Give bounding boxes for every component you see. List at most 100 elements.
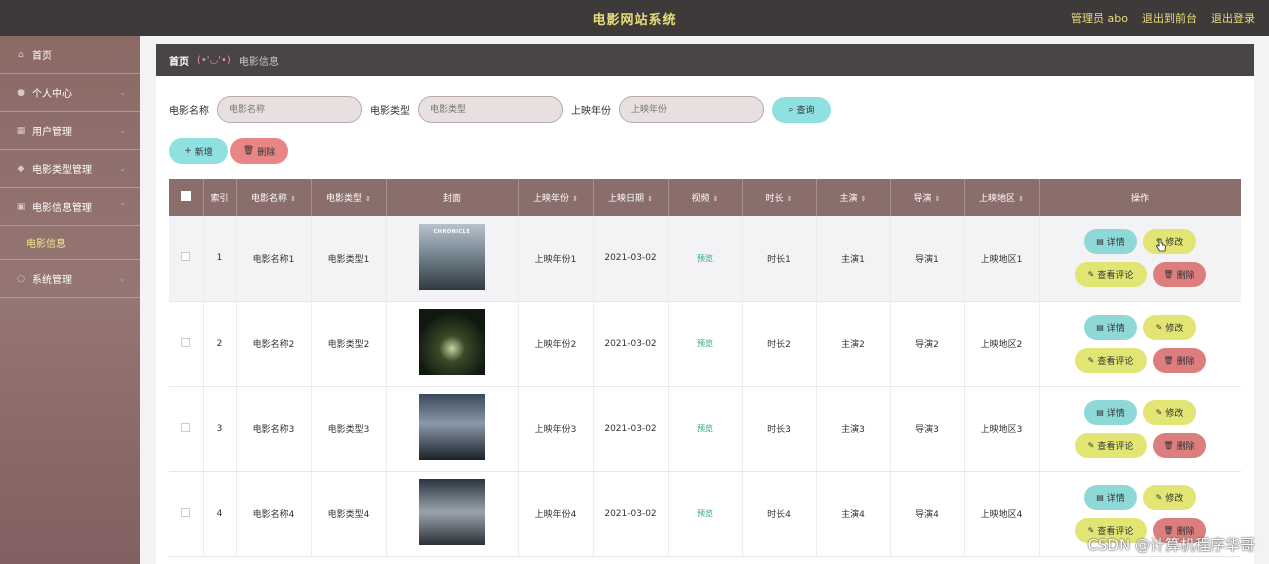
breadcrumb-home[interactable]: 首页 [169, 53, 189, 68]
sort-icon[interactable]: ⇕ [713, 195, 719, 203]
row-checkbox[interactable] [181, 507, 191, 517]
user-icon: ● [17, 87, 25, 98]
release-year-input[interactable] [619, 96, 764, 123]
sort-icon[interactable]: ⇕ [787, 195, 793, 203]
edit-button[interactable]: ✎修改 [1143, 314, 1196, 340]
sort-icon[interactable]: ⇕ [365, 195, 371, 203]
chevron-down-icon: ⌄ [119, 164, 126, 173]
edit-button-label: 修改 [1165, 408, 1184, 419]
sort-icon[interactable]: ⇕ [572, 195, 578, 203]
detail-button[interactable]: ▤ 详情 [1084, 229, 1137, 255]
sidebar-item-profile[interactable]: ● 个人中心 ⌄ [0, 74, 140, 112]
cell-date: 2021-03-02 [593, 216, 669, 302]
cell-video: 预览 [668, 386, 743, 472]
col-name[interactable]: 电影名称 ⇕ [236, 179, 312, 216]
row-select-cell[interactable] [169, 471, 204, 557]
sort-icon[interactable]: ⇕ [647, 195, 653, 203]
logout-link[interactable]: 退出登录 [1211, 10, 1255, 26]
query-button[interactable]: ⌕ 查询 [772, 96, 831, 123]
video-preview-link[interactable]: 预览 [697, 509, 713, 518]
row-select-cell[interactable] [169, 216, 204, 302]
movie-name-input[interactable] [217, 96, 362, 123]
col-year[interactable]: 上映年份 ⇕ [518, 179, 594, 216]
cover-image[interactable] [419, 309, 485, 375]
col-cover: 封面 [386, 179, 519, 216]
sidebar-item-system[interactable]: ○ 系统管理 ⌄ [0, 260, 140, 298]
edit-button-label: 修改 [1165, 238, 1184, 249]
col-type[interactable]: 电影类型 ⇕ [311, 179, 387, 216]
sidebar-item-home[interactable]: ⌂ 首页 [0, 36, 140, 74]
sort-icon[interactable]: ⇕ [935, 195, 941, 203]
movie-type-input[interactable] [418, 96, 563, 123]
cover-image[interactable]: CHRONICLE [419, 223, 485, 290]
bulk-delete-button-label: 删除 [257, 147, 276, 158]
release-year-label: 上映年份 [571, 106, 611, 117]
sort-icon[interactable]: ⇕ [290, 195, 296, 203]
cell-director: 导演1 [890, 216, 965, 302]
detail-button[interactable]: ▤ 详情 [1084, 399, 1137, 425]
edit-button[interactable]: ✎修改 [1143, 399, 1196, 425]
col-duration[interactable]: 时长 ⇕ [742, 179, 817, 216]
pencil-icon: ✎ [1087, 270, 1095, 280]
delete-button-label: 删除 [1176, 441, 1195, 452]
col-date[interactable]: 上映日期 ⇕ [593, 179, 669, 216]
row-select-cell[interactable] [169, 301, 204, 387]
grid-icon: ▦ [16, 125, 26, 136]
sidebar-item-movie-types[interactable]: ◆ 电影类型管理 ⌄ [0, 150, 140, 188]
row-checkbox[interactable] [181, 337, 191, 347]
delete-button[interactable]: 🗑 删除 [1152, 262, 1206, 288]
movie-table: 索引 电影名称 ⇕ 电影类型 ⇕ 封面 上映年份 ⇕ 上映日期 ⇕ 视频 ⇕ 时长 ⇕ 主演… [169, 179, 1241, 564]
cell-index: 4 [203, 471, 237, 557]
bulk-delete-button[interactable]: 🗑 删除 [230, 138, 288, 164]
row-select-cell[interactable] [169, 386, 204, 472]
col-duration-label: 时长 [765, 194, 784, 204]
video-preview-link[interactable]: 预览 [697, 424, 713, 433]
delete-button[interactable]: 🗑 删除 [1152, 347, 1206, 373]
sidebar-subitem-movie-info[interactable]: 电影信息 [0, 226, 140, 260]
cell-date: 2021-03-02 [593, 386, 669, 472]
detail-button-label: 详情 [1106, 493, 1125, 504]
exit-to-front-link[interactable]: 退出到前台 [1142, 10, 1197, 26]
cover-image[interactable] [419, 479, 485, 545]
pointer-cursor-icon [1155, 238, 1166, 252]
cell-video: 预览 [668, 471, 743, 557]
view-comments-button-label: 查看评论 [1097, 271, 1134, 282]
view-comments-button-label: 查看评论 [1097, 441, 1134, 452]
sort-icon[interactable]: ⇕ [861, 195, 867, 203]
edit-button[interactable]: ✎修改 [1143, 229, 1196, 255]
sort-icon[interactable]: ⇕ [1018, 195, 1024, 203]
col-name-label: 电影名称 [251, 194, 288, 204]
view-comments-button[interactable]: ✎ 查看评论 [1074, 262, 1147, 288]
cell-cover [386, 301, 519, 387]
breadcrumb-separator: (•'◡'•) [197, 54, 231, 66]
video-preview-link[interactable]: 预览 [697, 254, 713, 263]
table-row: 1 电影名称1 电影类型1 CHRONICLE 上映年份1 2021-03-02… [169, 216, 1241, 302]
cover-image[interactable] [419, 394, 485, 460]
cell-region: 上映地区3 [964, 386, 1040, 472]
edit-button-label: 修改 [1165, 493, 1184, 504]
edit-button[interactable]: ✎修改 [1143, 484, 1196, 510]
add-button[interactable]: + 新增 [169, 138, 228, 164]
add-button-label: 新增 [194, 147, 213, 158]
select-all-cell[interactable] [169, 179, 204, 216]
view-comments-button[interactable]: ✎ 查看评论 [1074, 347, 1147, 373]
delete-button[interactable]: 🗑 删除 [1152, 432, 1206, 458]
csdn-watermark: CSDN @计算机程序华哥 [1087, 536, 1255, 554]
col-region[interactable]: 上映地区 ⇕ [964, 179, 1040, 216]
col-director[interactable]: 导演 ⇕ [890, 179, 965, 216]
delete-button-label: 删除 [1176, 356, 1195, 367]
view-comments-button[interactable]: ✎ 查看评论 [1074, 432, 1147, 458]
row-checkbox[interactable] [181, 422, 191, 432]
cell-region: 上映地区4 [964, 471, 1040, 557]
col-actor[interactable]: 主演 ⇕ [816, 179, 891, 216]
sidebar-item-movie-info[interactable]: ▣ 电影信息管理 ⌃ [0, 188, 140, 226]
select-all-checkbox[interactable] [180, 191, 191, 201]
row-checkbox[interactable] [181, 252, 191, 262]
breadcrumb: 首页 (•'◡'•) 电影信息 [156, 44, 1254, 76]
sidebar-item-users[interactable]: ▦ 用户管理 ⌄ [0, 112, 140, 150]
col-video[interactable]: 视频 ⇕ [668, 179, 743, 216]
video-preview-link[interactable]: 预览 [697, 339, 713, 348]
cell-name: 电影名称4 [236, 471, 312, 557]
detail-button[interactable]: ▤ 详情 [1084, 484, 1137, 510]
detail-button[interactable]: ▤ 详情 [1084, 314, 1137, 340]
